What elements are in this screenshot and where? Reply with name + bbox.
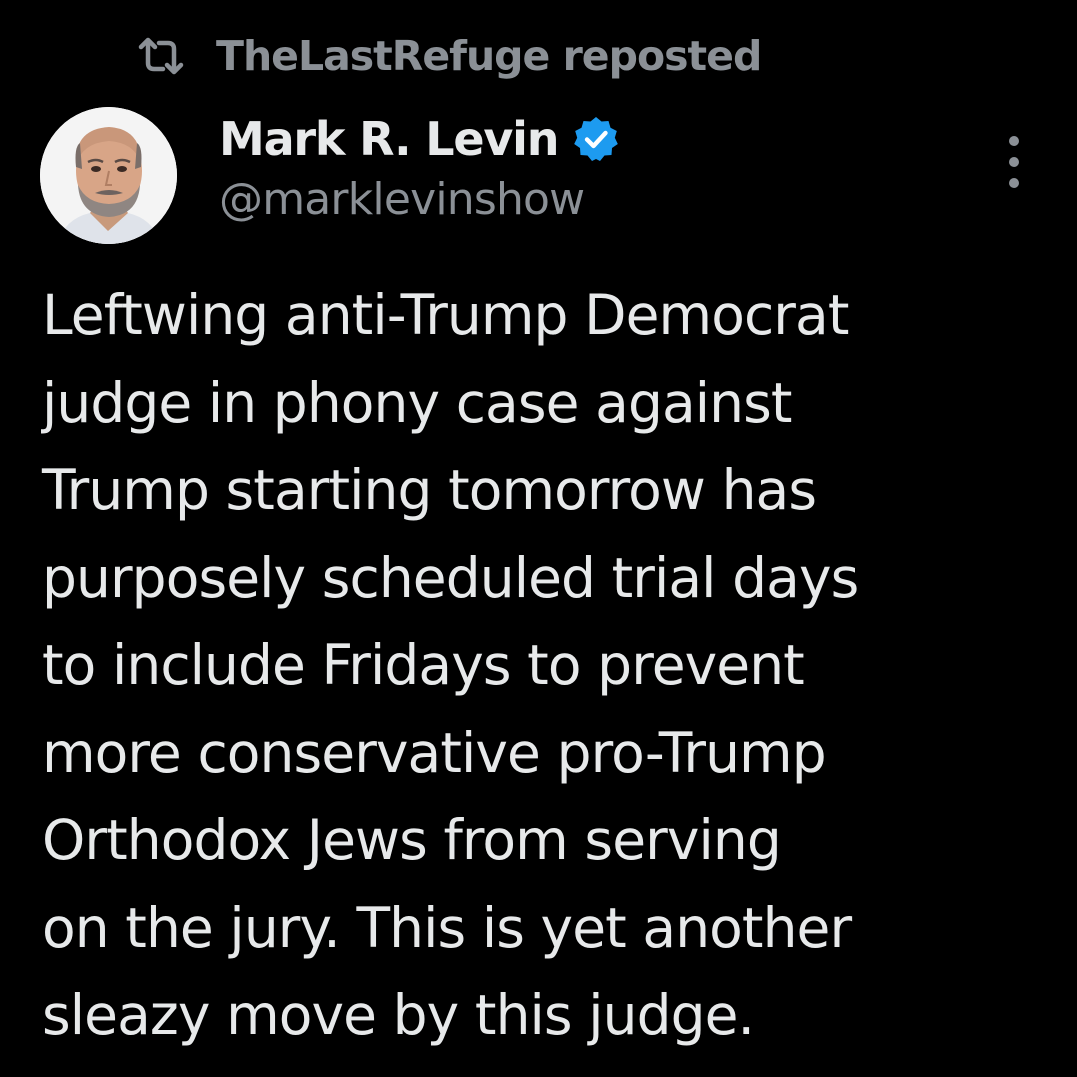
more-vertical-icon	[1009, 136, 1019, 146]
more-vertical-icon-dot	[1009, 178, 1019, 188]
author-name-row[interactable]: Mark R. Levin	[219, 108, 620, 170]
more-options-button[interactable]	[992, 136, 1036, 188]
repost-icon	[138, 36, 184, 76]
author-handle[interactable]: @marklevinshow	[219, 174, 585, 225]
verified-badge-icon	[572, 115, 620, 163]
tweet-line: on the jury. This is yet another	[42, 895, 852, 960]
tweet-line: Orthodox Jews from serving	[42, 808, 782, 872]
tweet-line: purposely scheduled trial days	[42, 545, 859, 610]
tweet-line: sleazy move by this judge.	[42, 983, 755, 1047]
repost-header[interactable]: TheLastRefuge reposted	[138, 28, 762, 84]
repost-label[interactable]: TheLastRefuge reposted	[216, 32, 762, 80]
tweet-line: to include Fridays to prevent	[42, 633, 805, 697]
avatar[interactable]	[40, 107, 177, 244]
tweet-line: judge in phony case against	[42, 370, 792, 435]
tweet-text: Leftwing anti-Trump Democrat judge in ph…	[42, 272, 1052, 1060]
tweet-line: Leftwing anti-Trump Democrat	[42, 283, 849, 347]
more-vertical-icon-dot	[1009, 157, 1019, 167]
tweet-line: Trump starting tomorrow has	[42, 458, 817, 522]
tweet-line: more conservative pro-Trump	[42, 720, 827, 785]
author-display-name[interactable]: Mark R. Levin	[219, 112, 559, 166]
